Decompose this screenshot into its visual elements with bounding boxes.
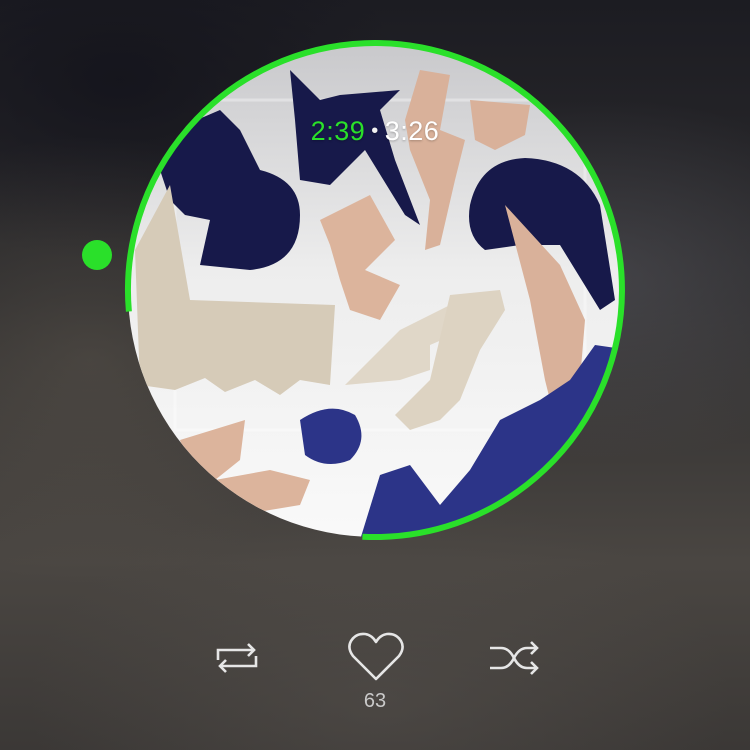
shuffle-icon	[490, 641, 539, 675]
artwork-with-progress	[82, 40, 625, 541]
repeat-icon	[216, 643, 258, 673]
total-time: 3:26	[384, 116, 440, 146]
time-separator: •	[371, 120, 379, 142]
shuffle-button[interactable]	[487, 638, 543, 678]
player-area: 2:39 • 3:26 63	[0, 0, 750, 750]
repeat-button[interactable]	[210, 638, 264, 678]
like-count: 63	[363, 690, 387, 712]
playback-controls: 63	[0, 630, 750, 740]
now-playing-screen: 2:39 • 3:26 63	[0, 0, 750, 750]
heart-icon	[348, 632, 404, 681]
like-button[interactable]	[347, 630, 405, 684]
elapsed-time: 2:39	[310, 116, 366, 146]
time-readout: 2:39 • 3:26	[0, 116, 750, 147]
progress-handle[interactable]	[82, 240, 112, 270]
